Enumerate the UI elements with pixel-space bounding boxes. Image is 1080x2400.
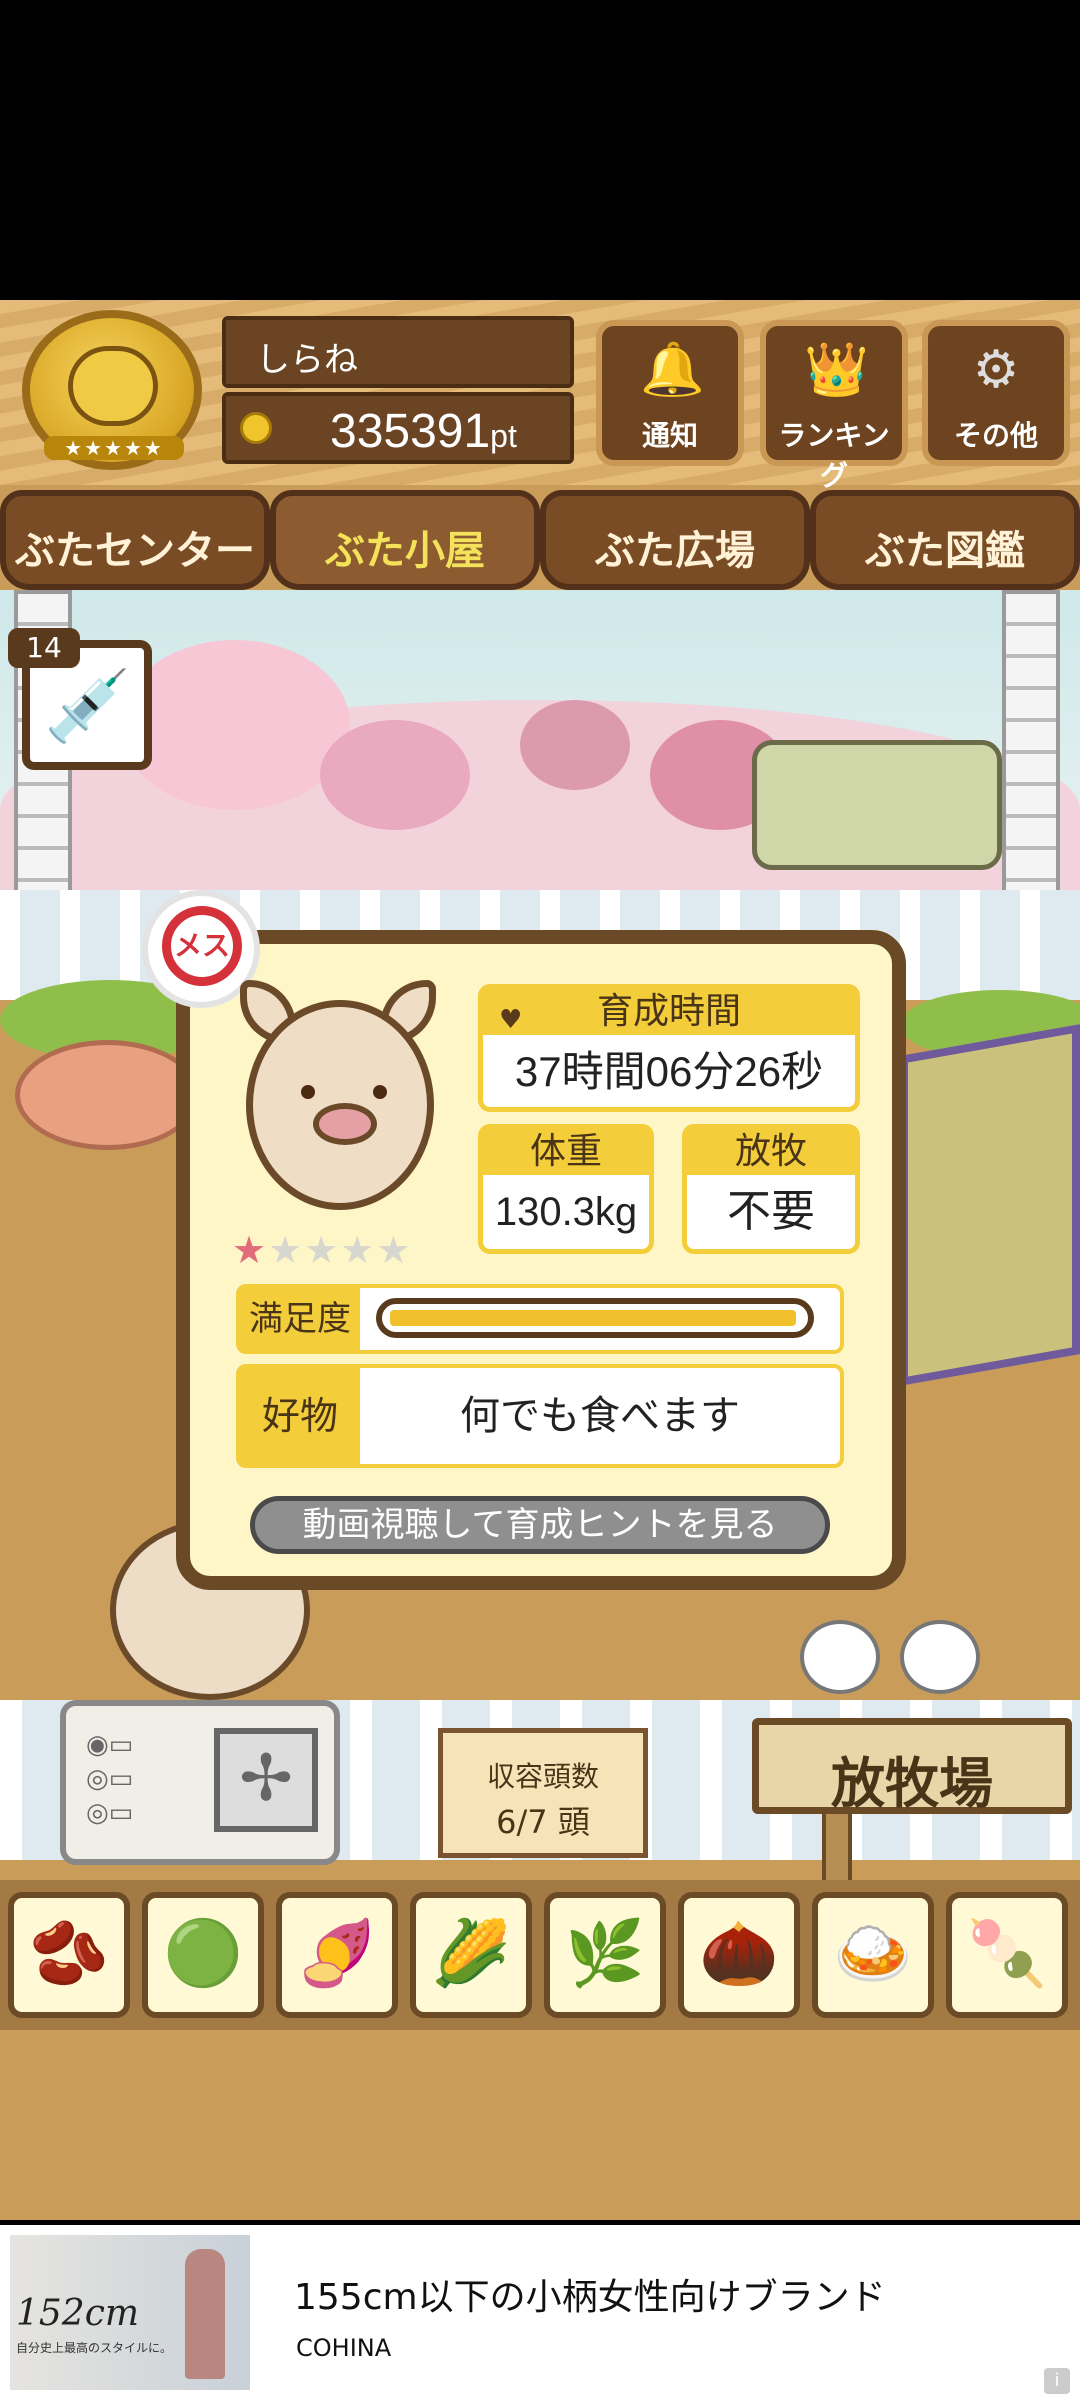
weight-value: 130.3kg xyxy=(494,1190,638,1234)
ad-brand[interactable]: COHINA xyxy=(296,2334,391,2362)
coin-icon xyxy=(240,412,272,444)
satisfaction-label: 満足度 xyxy=(240,1288,360,1350)
pig-eye xyxy=(373,1085,387,1099)
food-slot-beans-plate-icon[interactable]: 🍛 xyxy=(812,1892,934,2018)
mixed-beans-icon: 🟢 xyxy=(163,1917,243,1991)
other-button[interactable]: ⚙ その他 xyxy=(922,320,1070,466)
satisfaction-row: 満足度 xyxy=(236,1284,844,1354)
tab-buta-center[interactable]: ぶたセンター xyxy=(0,490,270,590)
growth-time-label: ♥ 育成時間 xyxy=(483,989,855,1035)
tatami-mat xyxy=(900,1024,1080,1386)
pig-snout xyxy=(313,1103,377,1145)
beans-plate-icon: 🍛 xyxy=(833,1917,913,1991)
fan-icon: ✢ xyxy=(214,1728,318,1832)
star-filled-icon: ★ xyxy=(232,1228,269,1272)
tab-buta-hiroba[interactable]: ぶた広場 xyxy=(540,490,810,590)
watch-video-hint-button[interactable]: 動画視聴して育成ヒントを見る xyxy=(250,1496,830,1554)
food-slot-sweet-potato-icon[interactable]: 🍠 xyxy=(276,1892,398,2018)
food-bowl[interactable] xyxy=(15,1040,200,1150)
cherry-tree-mid xyxy=(320,720,470,830)
tab-buta-zukan[interactable]: ぶた図鑑 xyxy=(810,490,1080,590)
ad-image[interactable]: 152cm 自分史上最高のスタイルに。 xyxy=(10,2235,250,2390)
capacity-label: 収容頭数 xyxy=(486,1760,599,1793)
favorite-value: 何でも食べます xyxy=(460,1393,740,1439)
emblem-stars: ★★★★★ xyxy=(44,436,184,460)
grazing-card: 放牧 不要 xyxy=(682,1124,860,1254)
cherry-tree-far xyxy=(520,700,630,790)
growth-time-card: ♥ 育成時間 37時間06分26秒 xyxy=(478,984,860,1112)
favorite-label: 好物 xyxy=(240,1368,360,1464)
growth-time-value: 37時間06分26秒 xyxy=(514,1048,824,1095)
bell-icon: 🔔 xyxy=(640,340,705,400)
capacity-sign: 収容頭数 6/7 頭 xyxy=(438,1728,648,1858)
chestnut-plate-icon: 🍡 xyxy=(967,1917,1047,1991)
favorite-row: 好物 何でも食べます xyxy=(236,1364,844,1468)
star-empty-icon: ★ xyxy=(304,1228,341,1272)
player-name: しらね xyxy=(256,340,358,380)
rank-emblem[interactable]: ★★★★★ xyxy=(22,310,202,470)
syringe-icon: 💉 xyxy=(44,665,132,747)
acorn-icon: 🌰 xyxy=(699,1917,779,1991)
grain-pile-icon: 🫘 xyxy=(29,1917,109,1991)
star-empty-icon: ★ xyxy=(376,1228,413,1272)
grazing-label: 放牧 xyxy=(687,1129,855,1175)
sweet-potato-icon: 🍠 xyxy=(297,1917,377,1991)
food-slot-acorn-icon[interactable]: 🌰 xyxy=(678,1892,800,2018)
pasture-sign[interactable]: 放牧場 xyxy=(752,1718,1072,1815)
pig-portrait xyxy=(240,980,440,1220)
food-slot-herbs-icon[interactable]: 🌿 xyxy=(544,1892,666,2018)
truck-decoration xyxy=(752,740,1002,870)
rating-stars: ★★★★★ xyxy=(232,1228,412,1272)
ad-info-icon[interactable]: i xyxy=(1044,2368,1070,2394)
crown-icon: 👑 xyxy=(804,340,869,400)
grazing-value: 不要 xyxy=(727,1187,815,1236)
control-panel[interactable]: ◉▭ ◎▭ ◎▭ ✢ xyxy=(60,1700,340,1865)
star-empty-icon: ★ xyxy=(340,1228,377,1272)
satisfaction-bar xyxy=(376,1298,814,1338)
pig-eye xyxy=(301,1085,315,1099)
dial-icon: ◉▭ ◎▭ ◎▭ xyxy=(86,1730,134,1828)
weight-card: 体重 130.3kg xyxy=(478,1124,654,1254)
bird-right xyxy=(900,1620,980,1694)
ranking-button[interactable]: 👑 ランキング xyxy=(760,320,908,492)
star-empty-icon: ★ xyxy=(268,1228,305,1272)
ad-image-subtext: 自分史上最高のスタイルに。 xyxy=(16,2341,173,2355)
corn-icon: 🌽 xyxy=(431,1917,511,1991)
signpost xyxy=(822,1810,852,1890)
satisfaction-fill xyxy=(390,1310,796,1326)
weight-label: 体重 xyxy=(483,1129,649,1175)
capacity-value: 6/7 頭 xyxy=(496,1803,590,1841)
bird-left xyxy=(800,1620,880,1694)
pig-body xyxy=(246,1000,434,1210)
cherry-tree-left xyxy=(120,640,350,810)
tab-buta-koya[interactable]: ぶた小屋 xyxy=(270,490,540,590)
points-value: 335391pt xyxy=(330,405,517,458)
ad-image-text: 152cm xyxy=(16,2293,140,2334)
ad-model-figure xyxy=(185,2249,225,2379)
food-slot-mixed-beans-icon[interactable]: 🟢 xyxy=(142,1892,264,2018)
gear-icon: ⚙ xyxy=(972,340,1020,400)
food-slot-chestnut-plate-icon[interactable]: 🍡 xyxy=(946,1892,1068,2018)
notification-button[interactable]: 🔔 通知 xyxy=(596,320,744,466)
food-slot-grain-pile-icon[interactable]: 🫘 xyxy=(8,1892,130,2018)
herbs-icon: 🌿 xyxy=(565,1917,645,1991)
food-slot-corn-icon[interactable]: 🌽 xyxy=(410,1892,532,2018)
player-name-box: しらね xyxy=(222,316,574,388)
ad-title[interactable]: 155cm以下の小柄女性向けブランド xyxy=(294,2268,886,2320)
pig-emblem-icon xyxy=(68,346,158,426)
item-count-badge: 14 xyxy=(8,628,80,668)
female-icon: メス xyxy=(162,906,242,986)
points-box: 335391pt xyxy=(222,392,574,464)
